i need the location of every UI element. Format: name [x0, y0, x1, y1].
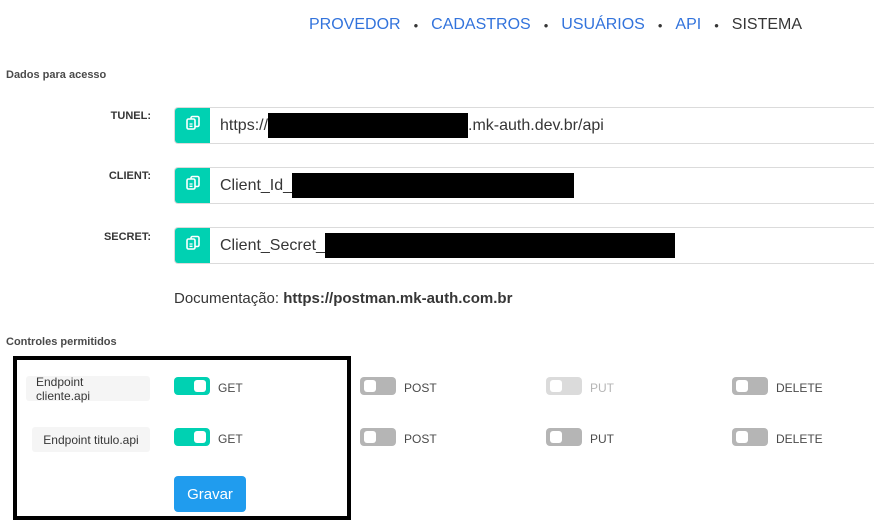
client-prefix: Client_Id_: [220, 176, 293, 194]
endpoint-tag-titulo: Endpoint titulo.api: [32, 427, 150, 452]
tunel-suffix: .mk-auth.dev.br/api: [468, 116, 604, 134]
doc-label: Documentação:: [174, 290, 280, 307]
toggle-knob: [364, 431, 376, 443]
label-cliente-delete: DELETE: [776, 381, 823, 395]
label-cliente-put: PUT: [590, 381, 614, 395]
nav-separator: •: [714, 17, 719, 33]
tunel-value[interactable]: https:// .mk-auth.dev.br/api: [210, 108, 874, 143]
toggle-titulo-delete[interactable]: [732, 428, 768, 446]
toggle-knob: [550, 431, 562, 443]
nav-separator: •: [657, 17, 663, 33]
redaction-block: [292, 173, 575, 198]
label-titulo-post: POST: [404, 432, 437, 446]
toggle-knob: [736, 431, 748, 443]
doc-link[interactable]: https://postman.mk-auth.com.br: [283, 290, 512, 307]
nav-usuarios[interactable]: USUÁRIOS: [561, 16, 645, 34]
toggle-cliente-put: [546, 377, 582, 395]
secret-copy-button[interactable]: [175, 228, 210, 263]
tunel-field: https:// .mk-auth.dev.br/api: [174, 107, 874, 144]
label-titulo-get: GET: [218, 432, 243, 446]
secret-field: Client_Secret_: [174, 227, 874, 264]
redaction-block: [268, 113, 469, 138]
label-cliente-post: POST: [404, 381, 437, 395]
endpoint-tag-cliente: Endpoint cliente.api: [26, 375, 150, 403]
label-cliente-get: GET: [218, 381, 243, 395]
top-nav: PROVEDOR • CADASTROS • USUÁRIOS • API • …: [309, 14, 802, 36]
save-button[interactable]: Gravar: [174, 476, 246, 512]
section-title-controls: Controles permitidos: [6, 336, 117, 348]
tunel-label: TUNEL:: [110, 110, 151, 122]
nav-separator: •: [543, 17, 549, 33]
toggle-cliente-post[interactable]: [360, 377, 396, 395]
documentation-line: Documentação: https://postman.mk-auth.co…: [174, 290, 512, 307]
secret-prefix: Client_Secret_: [220, 236, 325, 254]
nav-cadastros[interactable]: CADASTROS: [431, 16, 531, 34]
secret-label: SECRET:: [103, 231, 151, 243]
copy-icon: [185, 175, 201, 196]
copy-icon: [185, 115, 201, 136]
toggle-titulo-put[interactable]: [546, 428, 582, 446]
copy-icon: [185, 235, 201, 256]
toggle-knob: [550, 380, 562, 392]
toggle-titulo-post[interactable]: [360, 428, 396, 446]
toggle-cliente-delete[interactable]: [732, 377, 768, 395]
label-titulo-put: PUT: [590, 432, 614, 446]
client-copy-button[interactable]: [175, 168, 210, 203]
nav-api[interactable]: API: [675, 16, 701, 34]
toggle-titulo-get[interactable]: [174, 428, 210, 446]
redaction-block: [324, 233, 675, 258]
toggle-knob: [194, 380, 206, 392]
toggle-knob: [736, 380, 748, 392]
nav-separator: •: [413, 17, 419, 33]
client-label: CLIENT:: [108, 170, 151, 182]
label-titulo-delete: DELETE: [776, 432, 823, 446]
toggle-knob: [194, 431, 206, 443]
client-value[interactable]: Client_Id_: [210, 168, 874, 203]
tunel-copy-button[interactable]: [175, 108, 210, 143]
tunel-prefix: https://: [220, 116, 269, 134]
toggle-cliente-get[interactable]: [174, 377, 210, 395]
client-field: Client_Id_: [174, 167, 874, 204]
nav-provedor[interactable]: PROVEDOR: [309, 16, 401, 34]
nav-sistema[interactable]: SISTEMA: [732, 16, 802, 34]
section-title-access: Dados para acesso: [6, 69, 107, 81]
toggle-knob: [364, 380, 376, 392]
secret-value[interactable]: Client_Secret_: [210, 228, 874, 263]
